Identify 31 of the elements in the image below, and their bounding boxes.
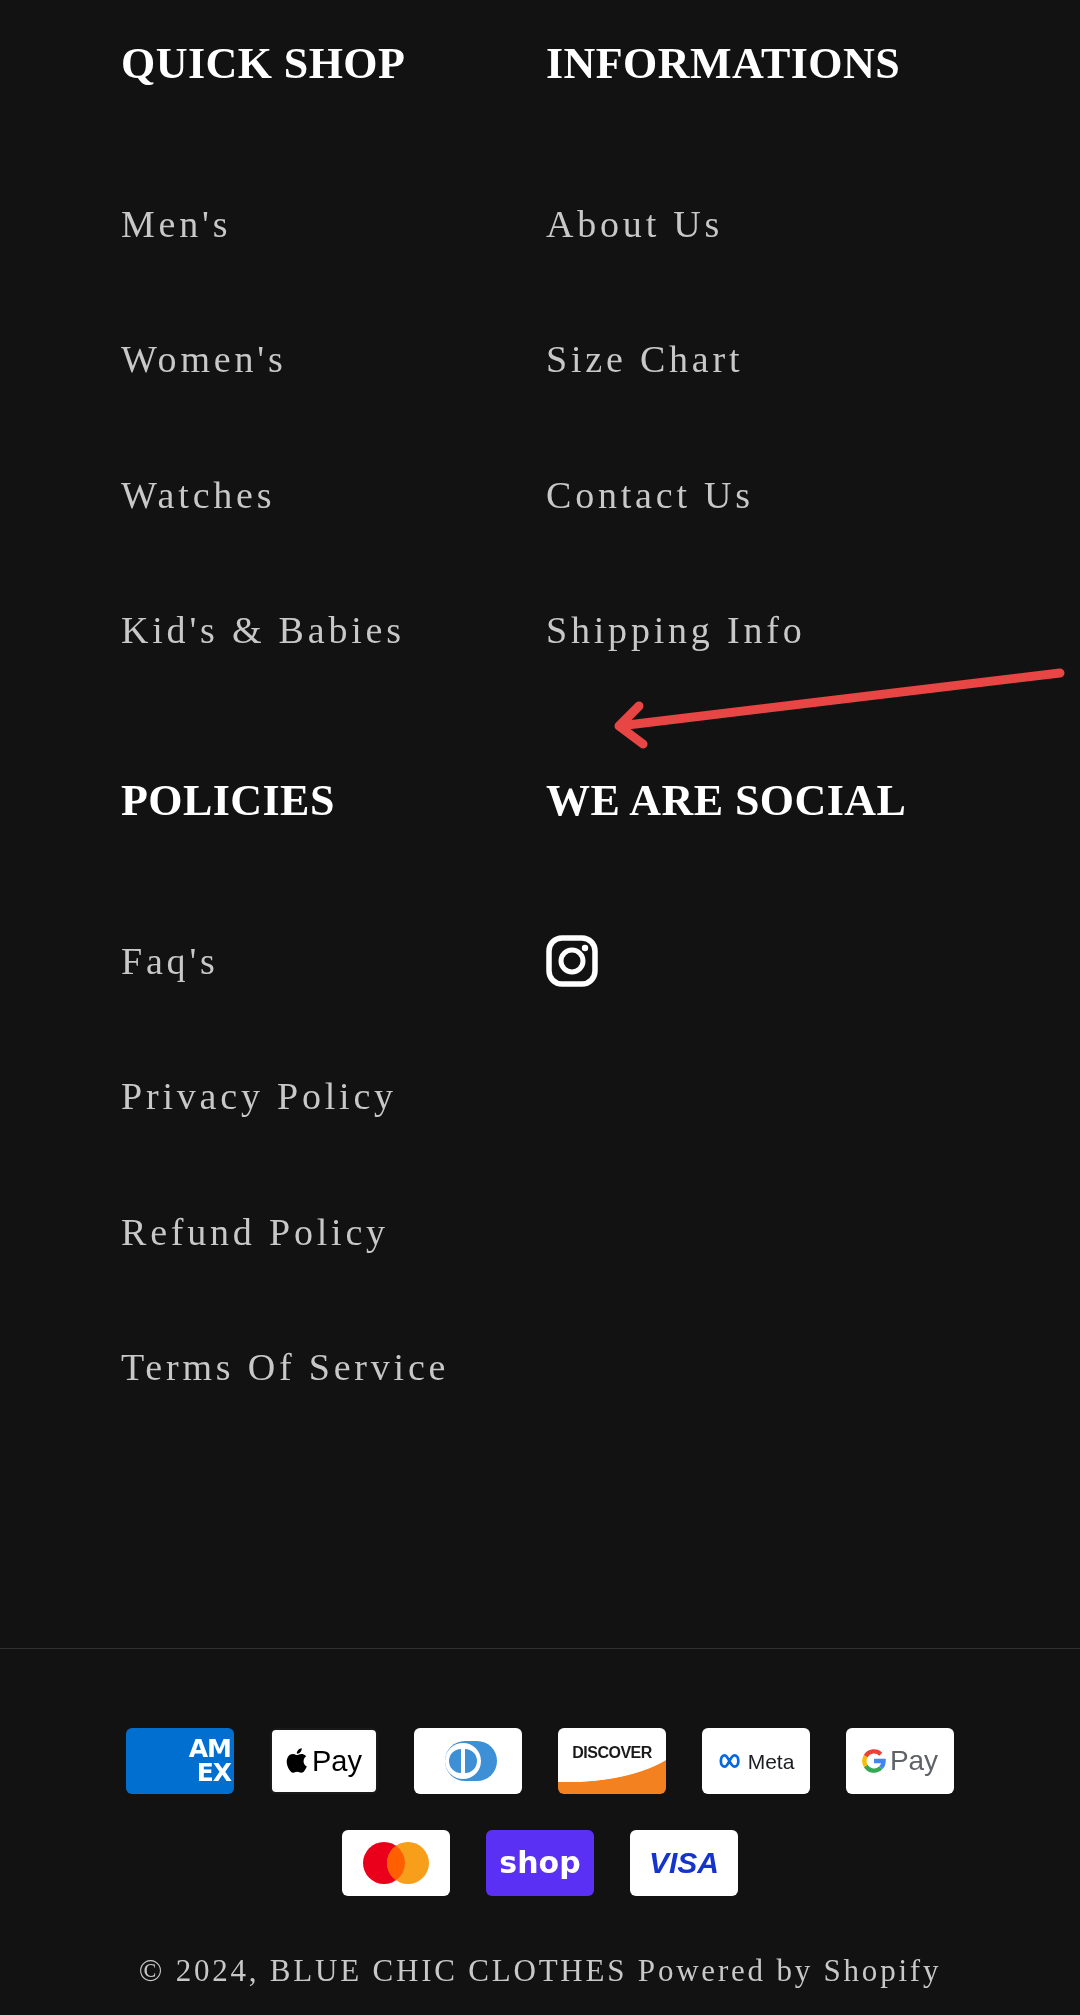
g-logo-icon: [861, 1749, 886, 1773]
logo-text: DISCOVER: [572, 1745, 652, 1761]
logo-text: EX: [196, 1761, 231, 1785]
instagram-icon: [546, 934, 598, 987]
logo-text: Meta: [747, 1750, 795, 1772]
footer-link[interactable]: Size Chart: [546, 335, 744, 384]
footer-link[interactable]: Contact Us: [546, 470, 754, 519]
logo-text: Pay: [889, 1747, 939, 1775]
footer-link[interactable]: Terms Of Service: [121, 1343, 450, 1392]
footer-link[interactable]: Kid's & Babies: [121, 606, 405, 655]
overlapping-circles-icon: [363, 1842, 429, 1884]
footer-link[interactable]: Shipping Info: [546, 606, 806, 655]
logo-text: VISA: [649, 1848, 719, 1878]
powered-by-link[interactable]: Powered by Shopify: [637, 1953, 942, 1988]
footer-link[interactable]: Refund Policy: [121, 1207, 389, 1256]
logo-text: Pay: [312, 1746, 362, 1776]
footer-link[interactable]: Faq's: [121, 936, 219, 985]
footer-link[interactable]: Women's: [121, 335, 287, 384]
column-heading: WE ARE SOCIAL: [546, 775, 907, 827]
logo-text: shop: [499, 1848, 581, 1878]
footer-link[interactable]: Watches: [121, 470, 276, 519]
copyright-text: © 2024, BLUE CHIC CLOTHES: [138, 1953, 628, 1988]
instagram-link[interactable]: [546, 934, 598, 987]
footer-link[interactable]: Men's: [121, 199, 232, 248]
footer-link[interactable]: Privacy Policy: [121, 1072, 397, 1121]
footer-link[interactable]: About Us: [546, 199, 724, 248]
logo-text: AM: [188, 1737, 231, 1761]
column-heading: INFORMATIONS: [546, 38, 901, 90]
apple-icon: [286, 1748, 308, 1774]
column-heading: POLICIES: [121, 775, 335, 827]
column-heading: QUICK SHOP: [121, 38, 406, 90]
